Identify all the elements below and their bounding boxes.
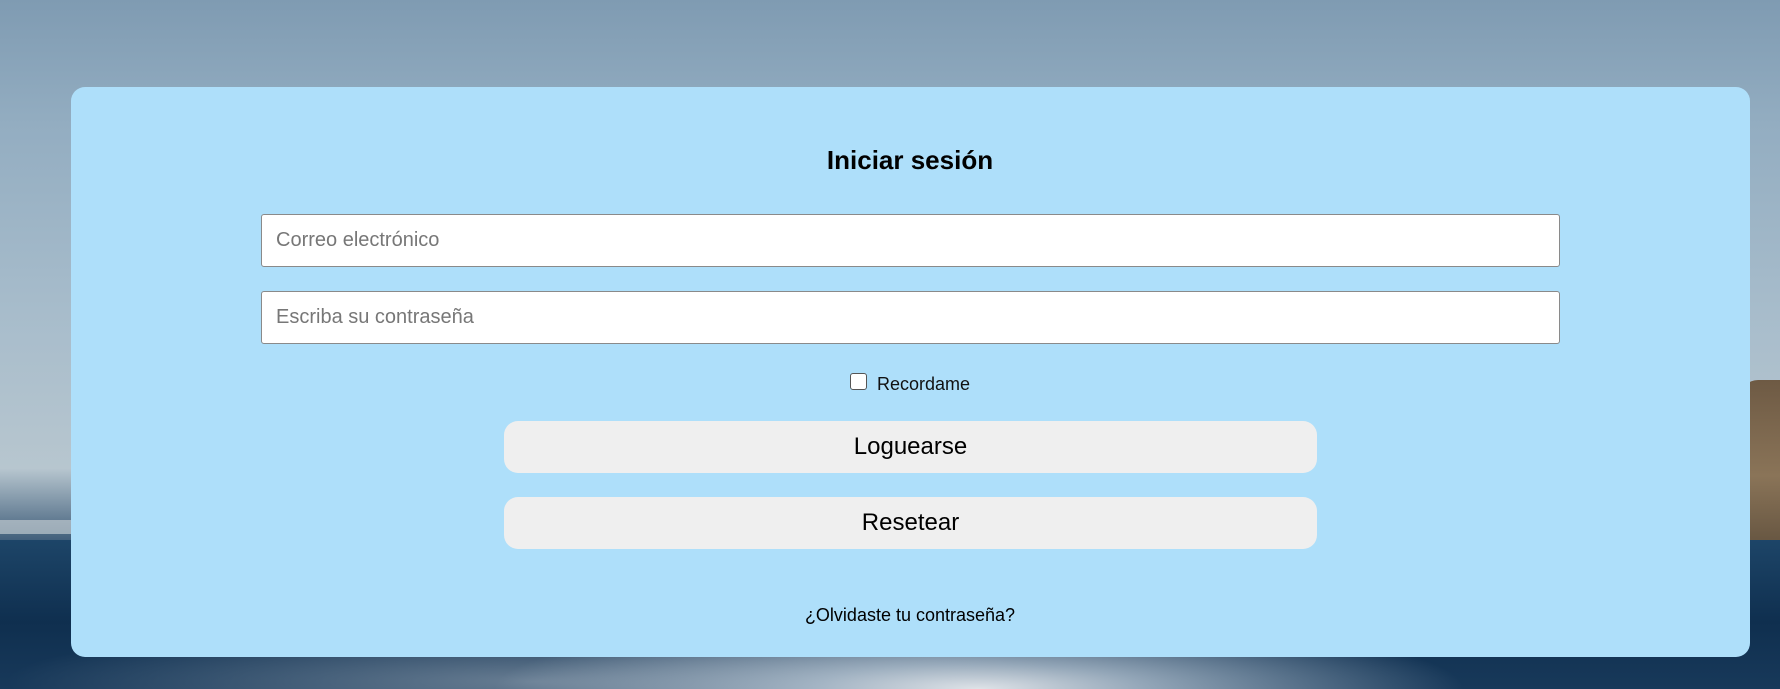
email-field[interactable] (261, 214, 1560, 267)
login-button[interactable]: Loguearse (504, 421, 1317, 473)
password-field[interactable] (261, 291, 1560, 344)
remember-me-checkbox[interactable] (850, 372, 867, 390)
forgot-password-row: ¿Olvidaste tu contraseña? (0, 605, 1780, 626)
remember-me-label: Recordame (877, 373, 971, 394)
remember-me-row[interactable]: Recordame (850, 372, 970, 396)
forgot-password-link[interactable]: ¿Olvidaste tu contraseña? (805, 605, 1015, 625)
reset-button[interactable]: Resetear (504, 497, 1317, 549)
page-title: Iniciar sesión (826, 145, 994, 175)
